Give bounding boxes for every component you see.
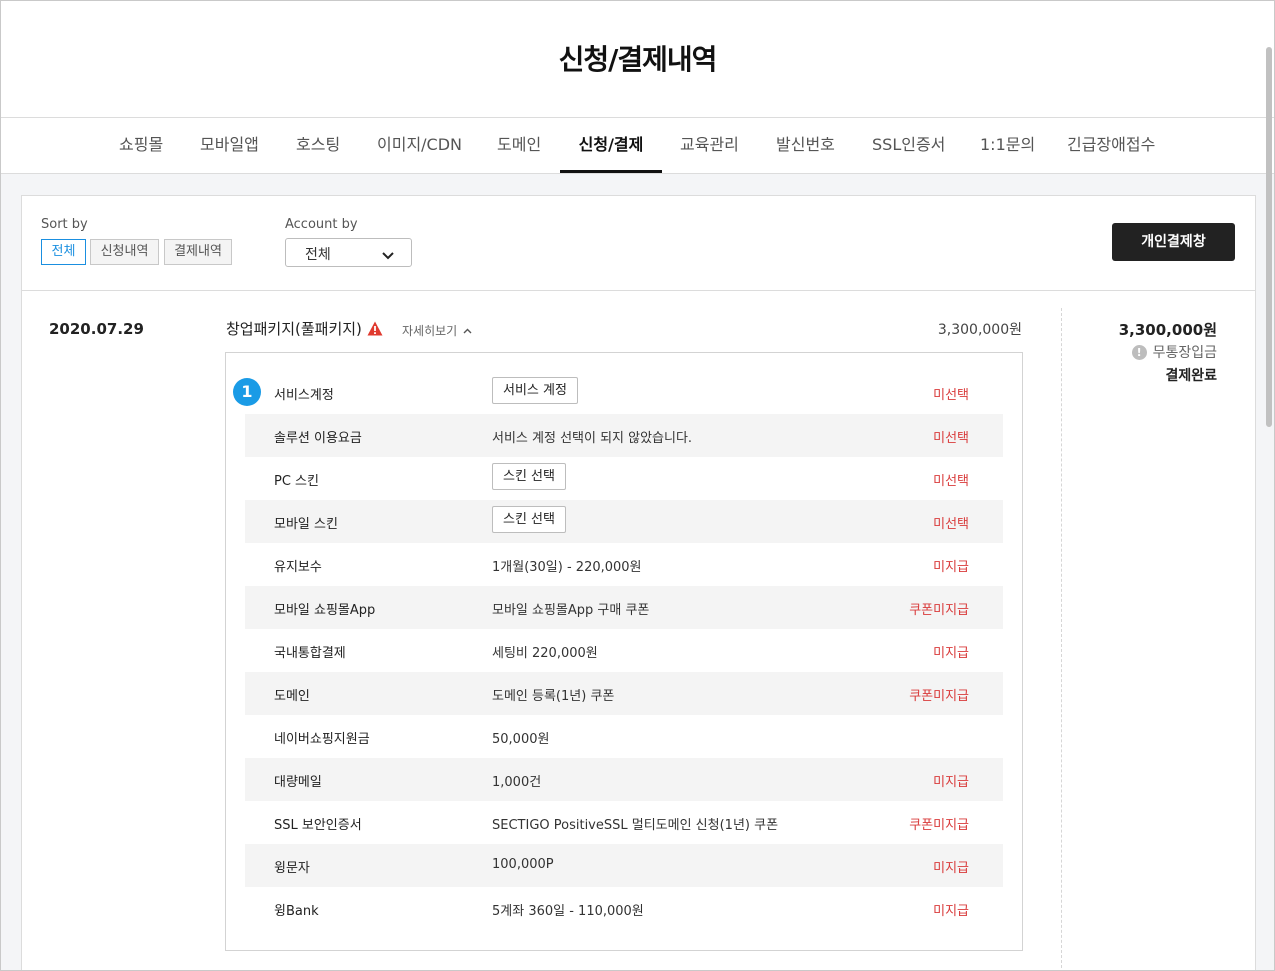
tab-bar: 쇼핑몰 모바일앱 호스팅 이미지/CDN 도메인 신청/결제 교육관리 발신번호… — [1, 118, 1274, 174]
detail-row: 솔루션 이용요금 서비스 계정 선택이 되지 않았습니다. 미선택 — [245, 414, 1003, 457]
detail-row-status: 미지급 — [933, 861, 969, 876]
tab-inquiry[interactable]: 1:1문의 — [980, 118, 1035, 173]
mobile-skin-select-button[interactable]: 스킨 선택 — [492, 506, 566, 533]
tab-ssl-certificate[interactable]: SSL인증서 — [872, 118, 945, 173]
detail-row-value: 1개월(30일) - 220,000원 — [492, 560, 642, 575]
detail-row-value: 모바일 쇼핑몰App 구매 쿠폰 — [492, 603, 650, 618]
detail-row-label: 모바일 쇼핑몰App — [274, 603, 376, 618]
detail-row-label: 대량메일 — [274, 775, 322, 790]
detail-row: 네이버쇼핑지원금 50,000원 — [245, 715, 1003, 758]
detail-row-status: 미선택 — [933, 388, 969, 403]
account-select[interactable]: 전체 — [285, 238, 412, 267]
detail-row-label: 도메인 — [274, 689, 310, 704]
detail-row: 유지보수 1개월(30일) - 220,000원 미지급 — [245, 543, 1003, 586]
page-title: 신청/결제내역 — [558, 43, 718, 76]
detail-row: 윙Bank 5계좌 360일 - 110,000원 미지급 — [245, 887, 1003, 930]
detail-row-label: PC 스킨 — [274, 474, 319, 489]
summary-payment-method: ! 무통장입금 — [1131, 342, 1217, 362]
tab-domain[interactable]: 도메인 — [497, 118, 541, 173]
detail-row-status: 미선택 — [933, 517, 969, 532]
detail-row-value: 50,000원 — [492, 732, 550, 747]
detail-row-status: 미선택 — [933, 431, 969, 446]
detail-row-value: 서비스 계정 선택이 되지 않았습니다. — [492, 431, 693, 446]
tab-shoppingmall[interactable]: 쇼핑몰 — [119, 118, 163, 173]
detail-row-status: 미지급 — [933, 560, 969, 575]
detail-row: 윙문자 100,000P 미지급 — [245, 844, 1003, 887]
warning-icon — [367, 321, 383, 336]
detail-row-value: SECTIGO PositiveSSL 멀티도메인 신청(1년) 쿠폰 — [492, 818, 779, 833]
tab-hosting[interactable]: 호스팅 — [296, 118, 340, 173]
info-icon: ! — [1131, 344, 1147, 360]
detail-row-status: 쿠폰미지급 — [909, 603, 969, 618]
pc-skin-select-button[interactable]: 스킨 선택 — [492, 463, 566, 490]
tab-sender-number[interactable]: 발신번호 — [776, 118, 835, 173]
order-name-text: 창업패키지(풀패키지) — [226, 320, 362, 338]
detail-row-value: 1,000건 — [492, 775, 542, 790]
detail-row-label: SSL 보안인증서 — [274, 818, 362, 833]
detail-row: 서비스계정 서비스 계정 미선택 — [245, 371, 1003, 414]
detail-row-label: 솔루션 이용요금 — [274, 431, 362, 446]
detail-row-status: 쿠폰미지급 — [909, 689, 969, 704]
app-window: 신청/결제내역 쇼핑몰 모바일앱 호스팅 이미지/CDN 도메인 신청/결제 교… — [0, 0, 1275, 971]
detail-toggle-label: 자세히보기 — [402, 324, 458, 338]
filter-bar: Sort by 전체 신청내역 결제내역 Account by 전체 개인결제창 — [22, 196, 1255, 291]
detail-row-label: 서비스계정 — [274, 388, 334, 403]
order-date: 2020.07.29 — [49, 320, 144, 338]
detail-row-value: 세팅비 220,000원 — [492, 646, 598, 661]
account-label: Account by — [285, 217, 358, 232]
detail-row-label: 윙문자 — [274, 861, 310, 876]
page-header: 신청/결제내역 — [1, 1, 1274, 118]
detail-row-value: 도메인 등록(1년) 쿠폰 — [492, 689, 615, 704]
detail-row-value: 5계좌 360일 - 110,000원 — [492, 904, 644, 919]
order-price: 3,300,000원 — [937, 322, 1022, 338]
detail-toggle[interactable]: 자세히보기 — [402, 322, 472, 339]
detail-row-status: 쿠폰미지급 — [909, 818, 969, 833]
tab-mobile-app[interactable]: 모바일앱 — [200, 118, 259, 173]
detail-row: 도메인 도메인 등록(1년) 쿠폰 쿠폰미지급 — [245, 672, 1003, 715]
personal-payment-button[interactable]: 개인결제창 — [1112, 223, 1235, 261]
order-detail-box: 1 서비스계정 서비스 계정 미선택 솔루션 이용요금 서비스 계정 선택이 되… — [225, 352, 1023, 951]
chevron-down-icon — [382, 248, 394, 264]
summary-amount: 3,300,000원 — [1118, 321, 1217, 339]
detail-row: 국내통합결제 세팅비 220,000원 미지급 — [245, 629, 1003, 672]
detail-row-status: 미지급 — [933, 775, 969, 790]
tab-image-cdn[interactable]: 이미지/CDN — [377, 118, 462, 173]
detail-row-label: 유지보수 — [274, 560, 322, 575]
detail-row-label: 국내통합결제 — [274, 646, 346, 661]
tab-emergency[interactable]: 긴급장애접수 — [1067, 118, 1155, 173]
sort-all-button[interactable]: 전체 — [41, 239, 86, 265]
detail-row: SSL 보안인증서 SECTIGO PositiveSSL 멀티도메인 신청(1… — [245, 801, 1003, 844]
detail-row-label: 네이버쇼핑지원금 — [274, 732, 370, 747]
detail-row: 모바일 쇼핑몰App 모바일 쇼핑몰App 구매 쿠폰 쿠폰미지급 — [245, 586, 1003, 629]
summary-method-text: 무통장입금 — [1152, 345, 1217, 361]
detail-row-status: 미지급 — [933, 904, 969, 919]
order-panel: Sort by 전체 신청내역 결제내역 Account by 전체 개인결제창… — [21, 195, 1256, 970]
detail-row: 모바일 스킨 스킨 선택 미선택 — [245, 500, 1003, 543]
detail-row-label: 윙Bank — [274, 904, 319, 919]
chevron-up-icon — [463, 328, 472, 333]
detail-row: 대량메일 1,000건 미지급 — [245, 758, 1003, 801]
account-select-value: 전체 — [305, 247, 331, 263]
scrollbar-thumb[interactable] — [1266, 47, 1272, 427]
detail-row-label: 모바일 스킨 — [274, 517, 338, 532]
detail-row: PC 스킨 스킨 선택 미선택 — [245, 457, 1003, 500]
tab-application-payment[interactable]: 신청/결제 — [560, 118, 662, 173]
summary-status: 결제완료 — [1165, 368, 1217, 384]
detail-row-status: 미지급 — [933, 646, 969, 661]
service-account-button[interactable]: 서비스 계정 — [492, 377, 578, 404]
detail-row-status: 미선택 — [933, 474, 969, 489]
order-name: 창업패키지(풀패키지) — [226, 318, 383, 339]
sort-label: Sort by — [41, 217, 88, 232]
column-divider — [1061, 308, 1062, 968]
sort-application-button[interactable]: 신청내역 — [90, 239, 159, 265]
sort-payment-button[interactable]: 결제내역 — [164, 239, 232, 265]
detail-row-value: 100,000P — [492, 857, 554, 872]
tab-education[interactable]: 교육관리 — [680, 118, 739, 173]
